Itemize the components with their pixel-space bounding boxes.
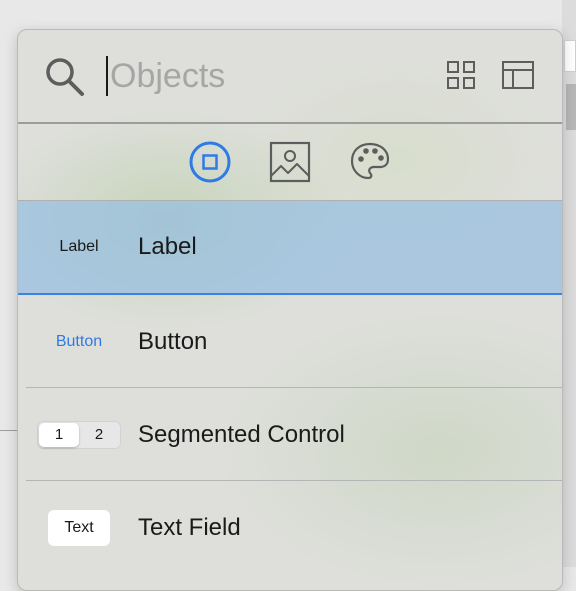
detail-view-icon[interactable] xyxy=(501,60,535,90)
palette-icon[interactable] xyxy=(348,140,392,184)
list-item-button[interactable]: Button Button xyxy=(18,295,562,388)
label-thumbnail-text: Label xyxy=(59,238,99,255)
list-item-name: Segmented Control xyxy=(138,420,345,448)
grid-view-icon[interactable] xyxy=(446,60,476,90)
object-library-panel: Label Label Button Button 1 2 Segmented … xyxy=(17,29,563,591)
photo-icon[interactable] xyxy=(268,140,312,184)
list-item-name: Text Field xyxy=(138,513,241,541)
segment-1: 1 xyxy=(39,422,79,447)
button-thumbnail: Button xyxy=(34,295,124,388)
list-item-label[interactable]: Label Label xyxy=(18,201,562,295)
background-control xyxy=(564,40,576,72)
search-bar xyxy=(18,30,562,122)
background-divider xyxy=(0,430,18,431)
segment-2: 2 xyxy=(94,426,104,443)
list-item-name: Button xyxy=(138,327,208,355)
text-field-thumbnail: Text xyxy=(34,481,124,574)
search-icon xyxy=(46,58,84,96)
label-thumbnail: Label xyxy=(34,201,124,293)
segmented-control-thumbnail: 1 2 xyxy=(34,388,124,481)
search-input[interactable] xyxy=(106,52,410,100)
object-list: Label Label Button Button 1 2 Segmented … xyxy=(18,201,562,574)
list-item-segmented-control[interactable]: 1 2 Segmented Control xyxy=(18,388,562,481)
background-window-edge xyxy=(562,0,576,567)
button-thumbnail-text: Button xyxy=(55,332,103,350)
text-field-thumbnail-text: Text xyxy=(48,509,110,546)
list-item-text-field[interactable]: Text Text Field xyxy=(18,481,562,574)
list-item-name: Label xyxy=(138,233,197,260)
square-in-circle-icon[interactable] xyxy=(188,140,232,184)
search-field[interactable] xyxy=(106,52,410,100)
background-scroller xyxy=(566,84,576,130)
library-filter-bar xyxy=(18,124,562,200)
segmented-control-preview: 1 2 xyxy=(37,420,121,449)
